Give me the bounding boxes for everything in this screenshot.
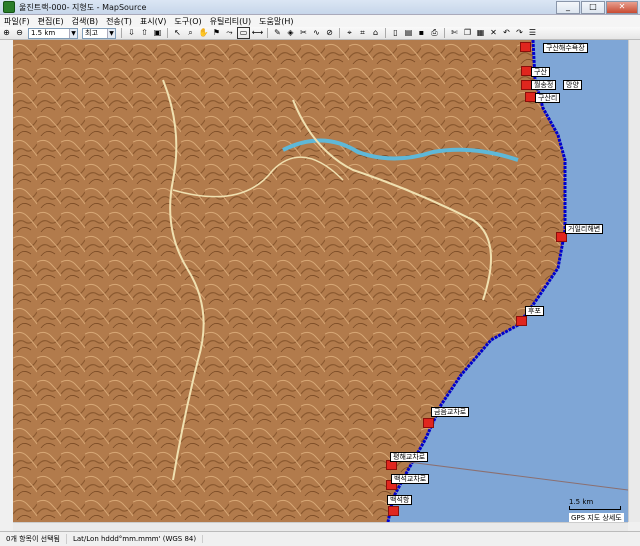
app-icon bbox=[3, 1, 15, 13]
undo-icon[interactable]: ↶ bbox=[501, 28, 512, 38]
waypoint-flag-icon[interactable] bbox=[388, 506, 399, 516]
chevron-down-icon: ▼ bbox=[107, 28, 115, 38]
waypoint-label[interactable]: 백석항 bbox=[387, 495, 413, 505]
menu-bar: 파일(F) 편집(E) 검색(B) 전송(T) 표시(V) 도구(O) 유틸리티… bbox=[0, 15, 640, 27]
waypoint-label[interactable]: 평해교차로 bbox=[390, 452, 429, 462]
route-new-icon[interactable]: ∿ bbox=[311, 28, 322, 38]
menu-file[interactable]: 파일(F) bbox=[0, 16, 34, 27]
redo-icon[interactable]: ↷ bbox=[514, 28, 525, 38]
waypoint-label[interactable]: 거일리해변 bbox=[565, 224, 604, 234]
maximize-button[interactable]: □ bbox=[581, 1, 605, 14]
map-tool-icon[interactable]: ✎ bbox=[272, 28, 283, 38]
scale-label: 1.5 km bbox=[569, 498, 594, 506]
map-select-icon[interactable]: ◈ bbox=[285, 28, 296, 38]
waypoint-flag-icon[interactable] bbox=[520, 42, 531, 52]
device-icon[interactable]: ▣ bbox=[152, 28, 163, 38]
menu-tools[interactable]: 도구(O) bbox=[170, 16, 205, 27]
find-address-icon[interactable]: ⌂ bbox=[370, 28, 381, 38]
menu-help[interactable]: 도움말(H) bbox=[255, 16, 297, 27]
zoom-tool-icon[interactable]: ⌕ bbox=[185, 28, 196, 38]
delete-icon[interactable]: ✕ bbox=[488, 28, 499, 38]
new-file-icon[interactable]: ▯ bbox=[390, 28, 401, 38]
toolbar: ⊕ ⊖ 1.5 km ▼ 최고 ▼ ⇩ ⇧ ▣ ↖ ⌕ ✋ ⚑ ⤳ ▭ ⟷ ✎ … bbox=[0, 27, 640, 40]
cut-icon[interactable]: ✄ bbox=[449, 28, 460, 38]
vertical-scrollbar[interactable] bbox=[628, 40, 640, 522]
waypoint-label[interactable]: 망양 bbox=[563, 80, 582, 90]
chevron-down-icon: ▼ bbox=[69, 28, 77, 38]
route-tool-icon[interactable]: ⤳ bbox=[224, 28, 235, 38]
zoom-out-icon[interactable]: ⊖ bbox=[14, 28, 25, 38]
map-left-border bbox=[0, 40, 14, 531]
detail-level-value: 최고 bbox=[85, 28, 98, 37]
save-file-icon[interactable]: ▪ bbox=[416, 28, 427, 38]
waypoint-tool-icon[interactable]: ⚑ bbox=[211, 28, 222, 38]
zoom-scale-select[interactable]: 1.5 km ▼ bbox=[28, 27, 78, 39]
detail-level-select[interactable]: 최고 ▼ bbox=[82, 27, 116, 39]
waypoint-label[interactable]: 월송정 bbox=[531, 80, 557, 90]
window-title: 울진트랙-000- 지형도 - MapSource bbox=[19, 2, 147, 12]
selection-status: 0개 항목이 선택됨 bbox=[0, 534, 67, 544]
map-canvas bbox=[13, 40, 628, 522]
toolbar-separator bbox=[339, 28, 340, 38]
find-near-icon[interactable]: ⌗ bbox=[357, 28, 368, 38]
print-icon[interactable]: ⎙ bbox=[429, 28, 440, 38]
map-product-label: GPS 지도 상세도 bbox=[569, 513, 624, 522]
title-bar: 울진트랙-000- 지형도 - MapSource _ □ ✕ bbox=[0, 0, 640, 15]
toolbar-separator bbox=[267, 28, 268, 38]
waypoint-flag-icon[interactable] bbox=[423, 418, 434, 428]
select-tool-icon[interactable]: ↖ bbox=[172, 28, 183, 38]
zoom-scale-value: 1.5 km bbox=[31, 28, 56, 37]
minimize-button[interactable]: _ bbox=[556, 1, 580, 14]
waypoint-label[interactable]: 구산리 bbox=[535, 93, 561, 103]
waypoint-label[interactable]: 구산해수욕장 bbox=[543, 43, 588, 53]
toolbar-separator bbox=[385, 28, 386, 38]
measure-tool-icon[interactable]: ⟷ bbox=[252, 28, 263, 38]
open-file-icon[interactable]: ▤ bbox=[403, 28, 414, 38]
position-format-status: Lat/Lon hddd°mm.mmm' (WGS 84) bbox=[67, 535, 204, 543]
menu-edit[interactable]: 편집(E) bbox=[34, 16, 68, 27]
toolbar-separator bbox=[444, 28, 445, 38]
track-tool-icon[interactable]: ▭ bbox=[237, 27, 250, 39]
hand-tool-icon[interactable]: ✋ bbox=[198, 28, 209, 38]
zoom-in-icon[interactable]: ⊕ bbox=[1, 28, 12, 38]
map-view[interactable]: 구산해수욕장 구산 월송정 망양 구산리 거일리해변 후포 금음교차로 평해교차… bbox=[13, 40, 628, 522]
send-to-device-icon[interactable]: ⇧ bbox=[139, 28, 150, 38]
scale-line bbox=[569, 506, 621, 510]
menu-view[interactable]: 표시(V) bbox=[136, 16, 170, 27]
route-delete-icon[interactable]: ⊘ bbox=[324, 28, 335, 38]
toolbar-separator bbox=[121, 28, 122, 38]
receive-from-device-icon[interactable]: ⇩ bbox=[126, 28, 137, 38]
close-button[interactable]: ✕ bbox=[606, 1, 638, 14]
waypoint-label[interactable]: 구산 bbox=[531, 67, 550, 77]
menu-utilities[interactable]: 유틸리티(U) bbox=[206, 16, 256, 27]
copy-icon[interactable]: ❐ bbox=[462, 28, 473, 38]
find-icon[interactable]: ⌖ bbox=[344, 28, 355, 38]
menu-transfer[interactable]: 전송(T) bbox=[102, 16, 136, 27]
map-scale-bar: 1.5 km bbox=[569, 498, 621, 510]
waypoint-label[interactable]: 금음교차로 bbox=[431, 407, 470, 417]
waypoint-label[interactable]: 백석교차로 bbox=[391, 474, 430, 484]
map-erase-icon[interactable]: ✂ bbox=[298, 28, 309, 38]
status-bar: 0개 항목이 선택됨 Lat/Lon hddd°mm.mmm' (WGS 84) bbox=[0, 531, 640, 546]
waypoint-label[interactable]: 후포 bbox=[525, 306, 544, 316]
menu-find[interactable]: 검색(B) bbox=[68, 16, 102, 27]
properties-icon[interactable]: ☰ bbox=[527, 28, 538, 38]
toolbar-separator bbox=[167, 28, 168, 38]
waypoint-flag-icon[interactable] bbox=[516, 316, 527, 326]
paste-icon[interactable]: ▦ bbox=[475, 28, 486, 38]
